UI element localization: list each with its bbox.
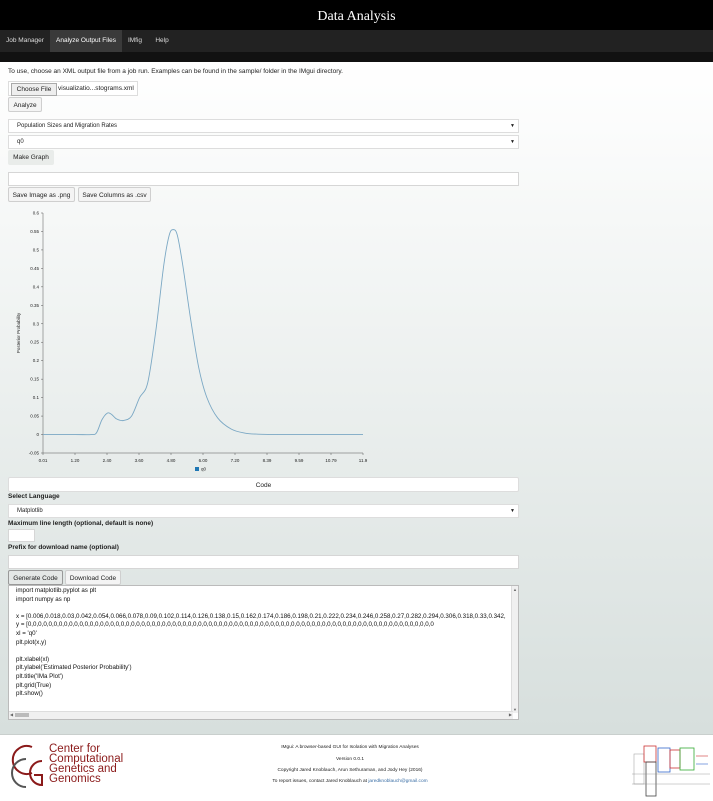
x-tick-label: 4.80 xyxy=(167,458,176,463)
footer-contact: To report issues, contact Jared Knoblauc… xyxy=(200,779,500,784)
code-line: y = [0,0,0,0,0,0,0,0,0,0,0,0,0,0,0,0,0,0… xyxy=(16,621,434,629)
nav-underbar xyxy=(0,52,713,62)
y-axis-label: Posterior Probability xyxy=(16,312,21,353)
select-language-label: Select Language xyxy=(8,493,60,500)
y-tick-label: 0.45 xyxy=(30,266,39,271)
save-csv-button[interactable]: Save Columns as .csv xyxy=(78,187,151,202)
x-tick-label: 7.20 xyxy=(231,458,240,463)
code-section-toggle[interactable]: Code xyxy=(8,477,519,492)
code-line: plt.grid(True) xyxy=(16,681,52,689)
logo-line-4: Genomics xyxy=(49,773,101,785)
code-output[interactable]: import matplotlib.pyplot as plt import nu… xyxy=(8,585,519,720)
footer-version: Version 0.0.1 xyxy=(335,757,364,762)
download-code-button[interactable]: Download Code xyxy=(65,570,121,585)
nav-help[interactable]: Help xyxy=(148,30,176,52)
x-tick-label: 11.9 xyxy=(359,458,368,463)
code-line: import matplotlib.pyplot as plt xyxy=(16,587,97,594)
x-tick-label: 2.40 xyxy=(103,458,112,463)
footer-line-1: IMgui: A browser-based GUI for Isolation… xyxy=(281,745,419,750)
nav-imfig[interactable]: IMfig xyxy=(122,30,148,52)
prefix-label: Prefix for download name (optional) xyxy=(8,544,119,551)
page-title: Data Analysis xyxy=(317,9,396,24)
code-line: xl = 'q0' xyxy=(16,629,37,637)
scroll-down-icon[interactable]: ▼ xyxy=(513,707,517,712)
nav-job-manager[interactable]: Job Manager xyxy=(0,30,50,52)
code-line: plt.plot(x,y) xyxy=(16,638,47,646)
code-line: plt.ylabel('Estimated Posterior Probabil… xyxy=(16,664,132,672)
chevron-down-icon: ▼ xyxy=(510,123,515,129)
y-tick-label: 0.15 xyxy=(30,377,39,382)
vertical-scrollbar[interactable]: ▲ ▼ xyxy=(511,586,518,713)
data-type-select[interactable]: Population Sizes and Migration Rates ▼ xyxy=(8,119,519,133)
logo-text: Center for Computational Genetics and Ge… xyxy=(49,743,123,785)
footer-copyright: Copyright Jared Knoblauch, Arun Sethuram… xyxy=(277,768,423,773)
code-line: plt.xlabel(xl) xyxy=(16,655,50,663)
cgg-logo-icon xyxy=(11,745,43,788)
analyze-button[interactable]: Analyze xyxy=(8,97,42,112)
code-line: plt.title('IMa Plot') xyxy=(16,672,64,680)
make-graph-button[interactable]: Make Graph xyxy=(8,150,54,165)
code-line: plt.show() xyxy=(16,690,43,698)
scroll-up-icon[interactable]: ▲ xyxy=(513,587,517,592)
y-tick-label: -0.05 xyxy=(29,451,40,456)
posterior-chart: -0.05 0 0.05 0.1 0.15 0.2 0.25 0.3 0.35 0.4 0.45 0.… xyxy=(16,211,368,472)
language-select[interactable]: Matplotlib ▼ xyxy=(8,504,519,518)
migration-diagram-thumbnail xyxy=(632,745,710,797)
y-tick-label: 0.25 xyxy=(30,340,39,345)
code-line: x = [0.006,0.018,0.03,0.042,0.054,0.066,… xyxy=(16,612,506,620)
prefix-input[interactable] xyxy=(8,555,519,569)
y-tick-label: 0.55 xyxy=(30,229,39,234)
x-tick-label: 9.59 xyxy=(295,458,304,463)
nav-bar: Job Manager Analyze Output Files IMfig H… xyxy=(0,30,713,52)
choose-file-button[interactable]: Choose File xyxy=(11,83,57,96)
horizontal-scroll-thumb[interactable] xyxy=(15,713,29,717)
graph-title-input[interactable] xyxy=(8,172,519,186)
nav-analyze-output-files[interactable]: Analyze Output Files xyxy=(50,30,122,52)
save-png-button[interactable]: Save Image as .png xyxy=(8,187,75,202)
chevron-down-icon: ▼ xyxy=(510,508,515,514)
x-tick-label: 0.01 xyxy=(39,458,48,463)
data-type-select-value: Population Sizes and Migration Rates xyxy=(17,123,118,129)
parameter-select[interactable]: q0 ▼ xyxy=(8,135,519,149)
horizontal-scrollbar[interactable]: ◀ ▶ xyxy=(9,711,513,719)
legend-swatch-q0 xyxy=(195,467,199,471)
x-tick-label: 6.00 xyxy=(199,458,208,463)
x-tick-label: 10.79 xyxy=(325,458,337,463)
file-input[interactable]: Choose File visualizatio...stograms.xml xyxy=(8,81,138,96)
max-line-length-label: Maximum line length (optional, default i… xyxy=(8,520,154,527)
y-tick-label: 0.05 xyxy=(30,414,39,419)
y-tick-label: 0.5 xyxy=(33,247,40,252)
generate-code-button[interactable]: Generate Code xyxy=(8,570,63,585)
max-line-length-input[interactable] xyxy=(8,529,35,542)
y-tick-label: 0.1 xyxy=(33,395,40,400)
parameter-select-value: q0 xyxy=(17,139,24,145)
x-tick-label: 1.20 xyxy=(71,458,80,463)
contact-email-link[interactable]: jaredknoblauch@gmail.com xyxy=(368,779,427,784)
x-tick-label: 8.39 xyxy=(263,458,272,463)
language-select-value: Matplotlib xyxy=(17,508,43,514)
chevron-down-icon: ▼ xyxy=(510,139,515,145)
scroll-left-icon[interactable]: ◀ xyxy=(10,712,13,717)
intro-text: To use, choose an XML output file from a… xyxy=(8,68,343,75)
scroll-right-icon[interactable]: ▶ xyxy=(509,712,512,717)
legend-label-q0: q0 xyxy=(201,467,207,472)
code-line: import numpy as np xyxy=(16,595,71,603)
file-name: visualizatio...stograms.xml xyxy=(58,85,134,92)
code-text: import matplotlib.pyplot as plt import nu… xyxy=(9,586,518,699)
y-tick-label: 0.3 xyxy=(33,321,40,326)
y-tick-label: 0.4 xyxy=(33,284,40,289)
y-tick-label: 0.35 xyxy=(30,303,39,308)
y-tick-label: 0 xyxy=(36,432,39,437)
title-bar: Data Analysis xyxy=(0,0,713,30)
x-tick-label: 3.60 xyxy=(135,458,144,463)
y-tick-label: 0.2 xyxy=(33,358,40,363)
footer-contact-prefix: To report issues, contact Jared Knoblauc… xyxy=(272,779,369,784)
series-line-q0 xyxy=(43,229,363,436)
y-tick-label: 0.6 xyxy=(33,211,40,216)
